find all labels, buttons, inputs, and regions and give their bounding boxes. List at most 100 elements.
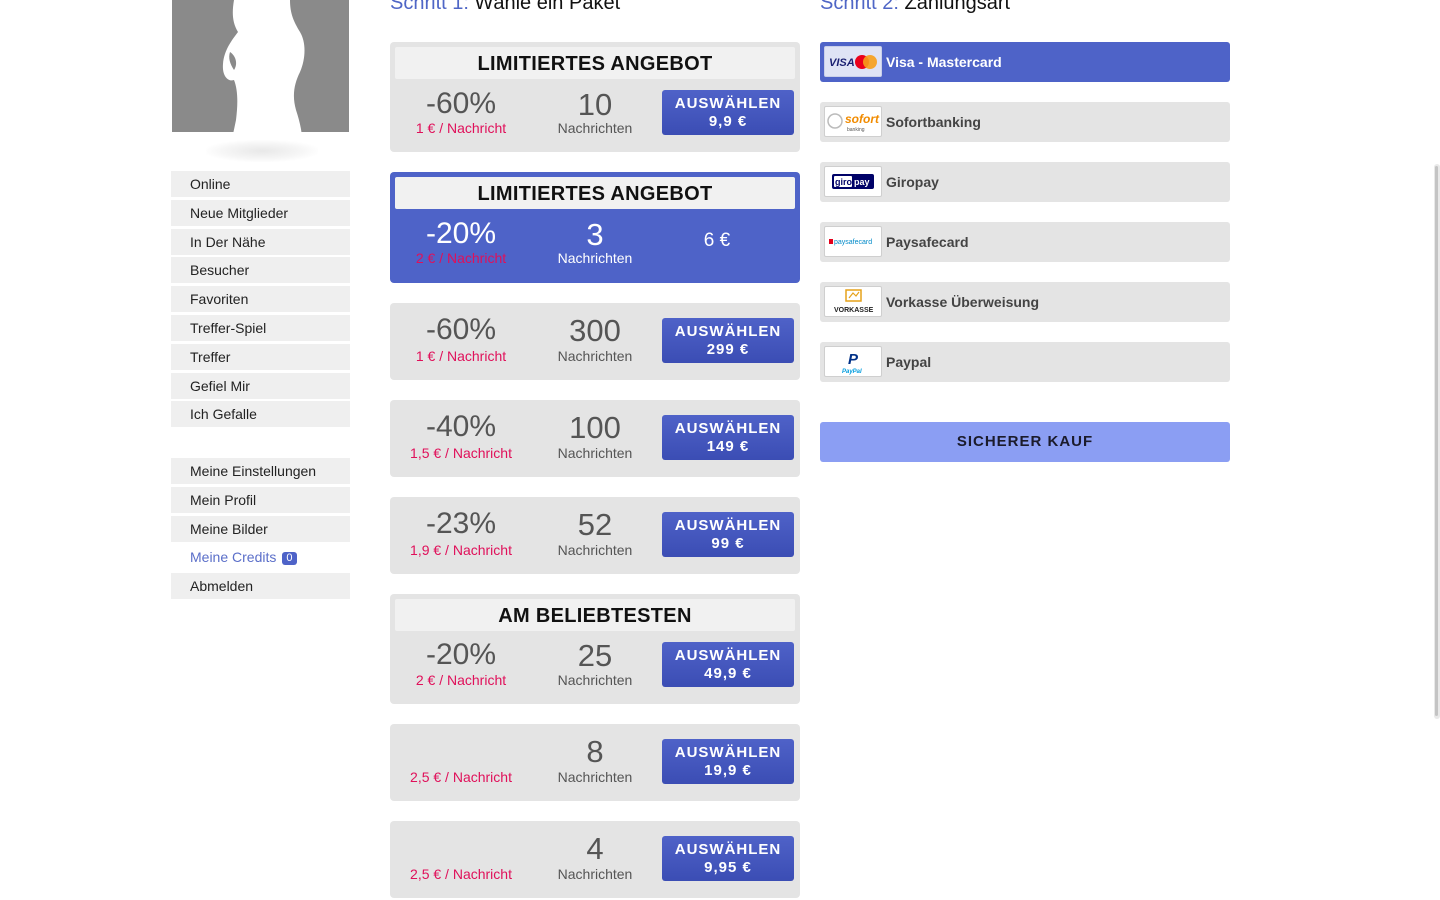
package-message-unit: Nachrichten [557,120,633,136]
payment-name: Visa - Mastercard [886,54,1002,70]
package-card-300: -60% 1 € / Nachricht 300 Nachrichten AUS… [390,303,800,380]
paypal-logo-icon: P PayPal [824,346,882,377]
package-price: 9,9 € [708,113,748,130]
package-price-per-message: 1,9 € / Nachricht [410,542,512,558]
sofort-logo-text: sofort [845,112,880,126]
package-message-unit: Nachrichten [557,672,633,688]
select-button-label: AUSWÄHLEN [674,841,782,858]
payment-name: Paypal [886,354,932,370]
package-message-count: 100 [569,410,621,445]
sidebar-item-new-members[interactable]: Neue Mitglieder [171,199,350,226]
page-scrollbar-thumb[interactable] [1435,166,1438,716]
package-price: 9,95 € [704,859,752,876]
package-message-unit: Nachrichten [557,348,633,364]
sidebar-item-visitors[interactable]: Besucher [171,257,350,284]
package-price-per-message: 1 € / Nachricht [415,348,507,364]
vorkasse-logo-text: VORKASSE [834,307,874,314]
package-price-per-message: 2,5 € / Nachricht [410,866,512,882]
step-1-label: Schritt 1: [390,0,469,14]
secure-purchase-button[interactable]: SICHERER KAUF [820,422,1230,462]
select-package-button[interactable]: AUSWÄHLEN 19,9 € [662,739,794,784]
payment-option-vorkasse[interactable]: VORKASSE Vorkasse Überweisung [820,282,1230,322]
payment-option-giropay[interactable]: giro pay Giropay [820,162,1230,202]
visa-logo-text: VISA [829,57,855,69]
package-price-per-message: 2 € / Nachricht [415,250,507,266]
payment-name: Sofortbanking [886,114,981,130]
payment-option-paypal[interactable]: P PayPal Paypal [820,342,1230,382]
payment-name: Paysafecard [886,234,969,250]
sofort-logo-icon: sofort banking [824,106,882,137]
package-message-unit: Nachrichten [557,866,633,882]
sidebar-menu-primary: Online Neue Mitglieder In Der Nähe Besuc… [171,171,350,430]
package-offer-label: AM BELIEBTESTEN [395,599,795,631]
sidebar-item-nearby[interactable]: In Der Nähe [171,228,350,255]
giropay-logo-text: giro [835,177,853,187]
sidebar-menu-account: Meine Einstellungen Mein Profil Meine Bi… [171,458,350,602]
sidebar-item-profile[interactable]: Mein Profil [171,486,350,513]
sidebar-item-credits[interactable]: Meine Credits 0 [171,544,350,571]
sidebar-item-match-game[interactable]: Treffer-Spiel [171,314,350,341]
sidebar-item-matches[interactable]: Treffer [171,343,350,370]
sidebar-item-pictures[interactable]: Meine Bilder [171,515,350,542]
package-offer-label: LIMITIERTES ANGEBOT [395,177,795,209]
package-card-8: 2,5 € / Nachricht 8 Nachrichten AUSWÄHLE… [390,724,800,801]
package-message-count: 4 [586,831,604,866]
package-card-3-selected[interactable]: LIMITIERTES ANGEBOT -20% 2 € / Nachricht… [390,172,800,283]
payment-option-paysafecard[interactable]: paysafecard Paysafecard [820,222,1230,262]
package-message-count: 52 [577,507,613,542]
payment-option-visa-mastercard[interactable]: VISA Visa - Mastercard [820,42,1230,82]
select-button-label: AUSWÄHLEN [674,420,782,437]
select-package-button[interactable]: AUSWÄHLEN 149 € [662,415,794,460]
package-price: 49,9 € [704,665,752,682]
avatar-shadow [206,140,318,162]
package-price-per-message: 1,5 € / Nachricht [410,445,512,461]
package-discount: -40% [425,410,497,443]
package-card-25: AM BELIEBTESTEN -20% 2 € / Nachricht 25 … [390,594,800,704]
package-discount: -60% [425,87,497,120]
vorkasse-logo-icon: VORKASSE [824,286,882,317]
paypal-logo-letter: P [848,351,859,368]
sidebar-item-online[interactable]: Online [171,171,350,197]
package-message-count: 3 [586,217,604,252]
package-message-count: 25 [577,638,613,673]
package-price: 6 € [703,230,731,251]
payment-name: Vorkasse Überweisung [886,294,1040,310]
select-package-button[interactable]: AUSWÄHLEN 9,9 € [662,90,794,135]
package-price: 299 € [706,341,750,358]
step-2-heading: Schritt 2: Zahlungsart [820,0,1010,15]
visa-mastercard-logo-icon: VISA [824,46,882,77]
package-discount: -23% [425,507,497,540]
step-1-heading: Schritt 1: Wähle ein Paket [390,0,620,15]
sidebar-item-liked[interactable]: Gefiel Mir [171,372,350,399]
package-price: 149 € [706,438,750,455]
sofort-logo-subtext: banking [847,127,865,133]
select-button-label: AUSWÄHLEN [674,323,782,340]
package-message-unit: Nachrichten [557,250,633,266]
payment-option-sofortbanking[interactable]: sofort banking Sofortbanking [820,102,1230,142]
sidebar-item-credits-label: Meine Credits [190,549,277,566]
package-card-52: -23% 1,9 € / Nachricht 52 Nachrichten AU… [390,497,800,574]
package-message-unit: Nachrichten [557,445,633,461]
step-1-title: Wähle ein Paket [474,0,621,14]
profile-avatar-placeholder [172,0,349,132]
select-package-button[interactable]: AUSWÄHLEN 299 € [662,318,794,363]
sidebar-item-logout[interactable]: Abmelden [171,573,350,600]
package-discount: -20% [425,638,497,671]
package-price: 99 € [711,535,745,552]
sidebar-item-liked-me[interactable]: Ich Gefalle [171,401,350,428]
sidebar-item-settings[interactable]: Meine Einstellungen [171,458,350,484]
credits-count-badge: 0 [282,552,297,566]
package-message-unit: Nachrichten [557,769,633,785]
package-card-100: -40% 1,5 € / Nachricht 100 Nachrichten A… [390,400,800,477]
select-button-label: AUSWÄHLEN [674,95,782,112]
giropay-logo-icon: giro pay [824,166,882,197]
package-price-per-message: 2 € / Nachricht [415,672,507,688]
select-button-label: AUSWÄHLEN [674,517,782,534]
select-package-button[interactable]: AUSWÄHLEN 9,95 € [662,836,794,881]
paysafecard-logo-icon: paysafecard [824,226,882,257]
step-2-title: Zahlungsart [904,0,1011,14]
select-package-button[interactable]: AUSWÄHLEN 99 € [662,512,794,557]
sidebar-item-favorites[interactable]: Favoriten [171,286,350,313]
select-button-label: AUSWÄHLEN [674,647,782,664]
select-package-button[interactable]: AUSWÄHLEN 49,9 € [662,642,794,687]
